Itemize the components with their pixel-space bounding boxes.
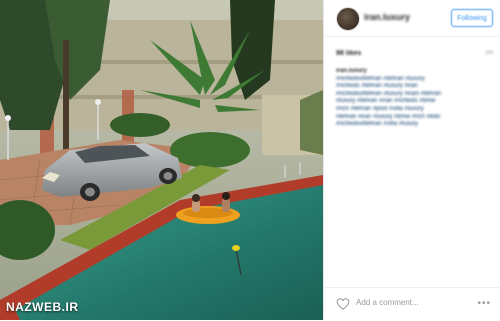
caption-username[interactable]: iran.luxury bbox=[336, 68, 492, 76]
caption-line[interactable]: #richkidsoftehran #tehran #luxury bbox=[336, 76, 492, 84]
likes-count[interactable]: 98 likes bbox=[336, 50, 361, 57]
villa-pool-image bbox=[0, 0, 323, 320]
follow-button[interactable]: Following bbox=[451, 9, 493, 27]
add-comment-input[interactable]: Add a comment... bbox=[356, 298, 419, 307]
heart-icon[interactable] bbox=[336, 297, 350, 311]
caption-line[interactable]: #richkids #tehran #luxury #iran bbox=[336, 83, 492, 91]
comment-bar: Add a comment... ••• bbox=[324, 287, 500, 321]
post-time: 2w bbox=[485, 50, 493, 56]
caption-line[interactable]: #richkidsoftehran #luxury #irani #tehran bbox=[336, 91, 492, 99]
username-link[interactable]: iran.luxury bbox=[364, 12, 410, 22]
caption-line[interactable]: #richkidsoftehran #villa #luxury bbox=[336, 121, 492, 129]
post-header: iran.luxury Following bbox=[324, 0, 500, 37]
post-details-panel: iran.luxury Following 98 likes 2w iran.l… bbox=[323, 0, 500, 320]
post-caption: iran.luxury #richkidsoftehran #tehran #l… bbox=[336, 68, 492, 129]
post-photo[interactable]: NAZWEB.IR bbox=[0, 0, 323, 320]
watermark-text: NAZWEB.IR bbox=[6, 300, 79, 314]
caption-line[interactable]: #tehran #iran #luxury #bmw #rich #kids bbox=[336, 114, 492, 122]
more-options-icon[interactable]: ••• bbox=[477, 298, 491, 309]
caption-line[interactable]: #rich #tehran #pool #villa #luxury bbox=[336, 106, 492, 114]
caption-line[interactable]: #luxury #tehran #iran #richkids #bmw bbox=[336, 98, 492, 106]
avatar[interactable] bbox=[336, 7, 360, 31]
instagram-post-view: NAZWEB.IR iran.luxury Following 98 likes… bbox=[0, 0, 500, 320]
